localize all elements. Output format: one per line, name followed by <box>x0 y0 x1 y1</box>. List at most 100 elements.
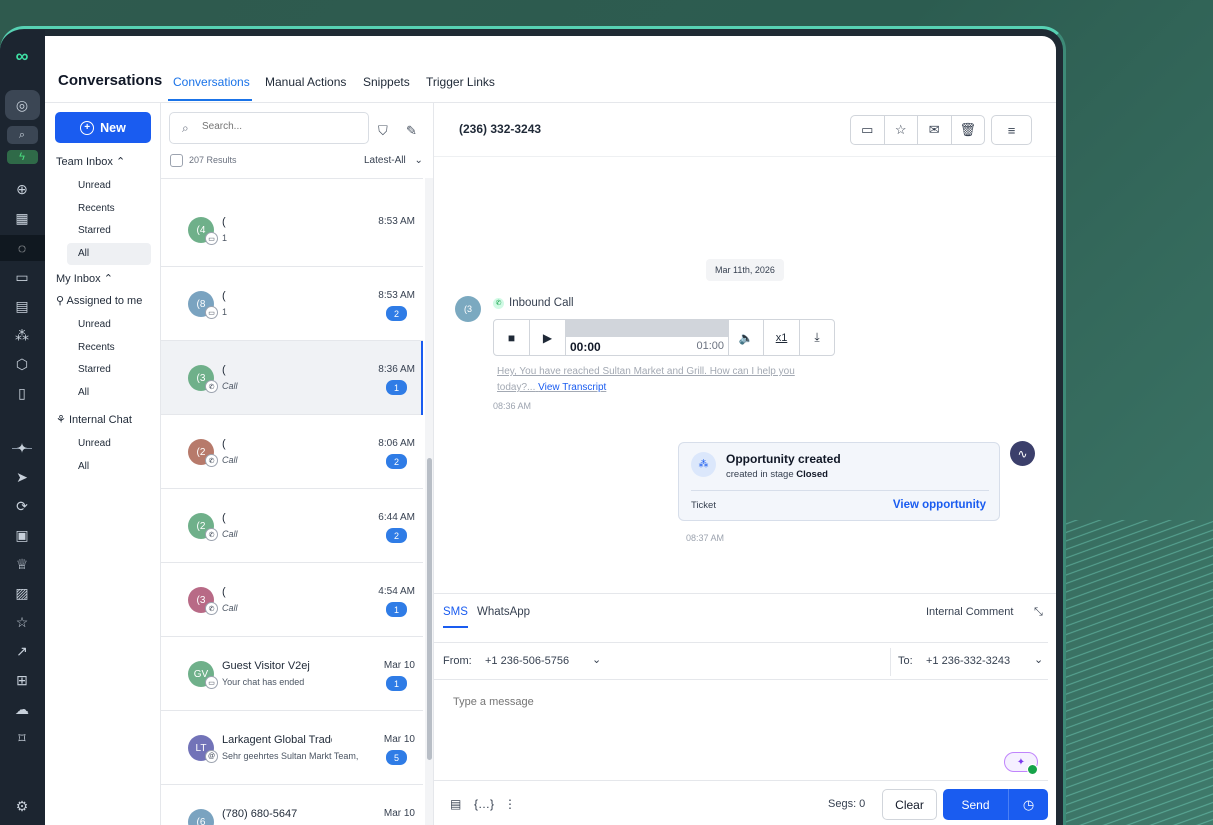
opportunity-type: Ticket <box>691 500 716 511</box>
payments-icon[interactable]: ⬡ <box>12 354 32 374</box>
tab-snippets[interactable]: Snippets <box>363 75 410 89</box>
chevron-down-icon[interactable]: ⌄ <box>592 653 601 666</box>
call-label: Inbound Call <box>509 297 574 309</box>
view-transcript-link[interactable]: View Transcript <box>538 382 606 393</box>
audio-track[interactable]: 00:00 01:00 <box>566 320 728 355</box>
schedule-icon[interactable]: ◷ <box>1009 789 1048 820</box>
assigned-to-me[interactable]: ⚲ Assigned to me <box>56 294 142 307</box>
volume-icon[interactable]: 🔈 <box>728 320 764 355</box>
compose-icon[interactable]: ✎ <box>406 123 417 139</box>
my-recents[interactable]: Recents <box>67 337 151 359</box>
tab-manual-actions[interactable]: Manual Actions <box>265 75 346 89</box>
chat-filter-icon[interactable]: ≡ <box>991 115 1032 145</box>
custom-values-icon[interactable]: {…} <box>474 797 494 811</box>
conversation-row[interactable]: (4 ▭(1 8:53 AM <box>161 193 423 267</box>
conversations-icon[interactable]: ◌ <box>12 238 32 258</box>
conversation-row[interactable]: LT @ Larkagent Global Trade Sehr geehrtes S… <box>161 711 423 785</box>
unread-count-badge: 2 <box>386 306 407 321</box>
scrollbar-thumb[interactable] <box>427 458 432 760</box>
stop-icon[interactable]: ■ <box>494 320 530 355</box>
play-icon[interactable]: ▶ <box>530 320 566 355</box>
team-inbox-header[interactable]: Team Inbox ⌃ <box>56 155 125 168</box>
memberships-icon[interactable]: ♕ <box>12 554 32 574</box>
contacts-icon[interactable]: ▤ <box>12 296 32 316</box>
automation-icon[interactable]: ⟳ <box>12 496 32 516</box>
conversation-row[interactable]: (3 ✆(Call 4:54 AM 1 <box>161 563 423 637</box>
to-number[interactable]: +1 236-332-3243 <box>926 655 1010 667</box>
template-icon[interactable]: ▤ <box>450 797 461 811</box>
dashboard-icon[interactable]: ▦ <box>12 208 32 228</box>
marketing-icon[interactable]: ➤ <box>12 467 32 487</box>
search-field[interactable]: ⌕ <box>169 112 369 144</box>
playback-speed[interactable]: x1 <box>764 320 800 355</box>
internal-chat-header[interactable]: ⚘ Internal Chat <box>56 413 132 426</box>
tab-whatsapp[interactable]: WhatsApp <box>477 606 530 618</box>
team-all[interactable]: All <box>67 243 151 265</box>
star-icon[interactable]: ☆ <box>885 116 918 144</box>
settings-icon[interactable]: ⚙ <box>12 796 32 816</box>
chat-header: (236) 332-3243 ▭ ☆ ✉ 🗑 ≡ <box>434 103 1056 157</box>
conversation-row[interactable]: (2 ✆(Call 6:44 AM 2 <box>161 489 423 563</box>
select-all-checkbox[interactable] <box>170 154 183 167</box>
send-button[interactable]: Send <box>943 789 1009 820</box>
download-icon[interactable]: ⤓ <box>799 320 835 355</box>
chat-widget-icon[interactable]: ☁ <box>12 699 32 719</box>
message-input[interactable] <box>453 696 1013 708</box>
filter-icon[interactable]: ⛉ <box>378 123 388 139</box>
from-number[interactable]: +1 236-506-5756 <box>485 655 569 667</box>
from-to-row: From: +1 236-506-5756 ⌄ To: +1 236-332-3… <box>434 642 1048 680</box>
timestamp: Mar 10 <box>383 734 415 745</box>
team-starred[interactable]: Starred <box>67 220 151 242</box>
chat-all[interactable]: All <box>67 456 151 478</box>
conversation-row[interactable]: (2 ✆(Call 8:06 AM 2 <box>161 415 423 489</box>
my-all[interactable]: All <box>67 382 151 404</box>
view-opportunity-link[interactable]: View opportunity <box>893 499 986 511</box>
my-inbox-header[interactable]: My Inbox ⌃ <box>56 272 113 285</box>
conversation-row[interactable]: GV ▭ Guest Visitor V2ej Your chat has ended… <box>161 637 423 711</box>
mail-open-icon[interactable]: ✉ <box>918 116 952 144</box>
logo-icon[interactable]: ∞ <box>12 46 32 66</box>
internal-comment-tab[interactable]: Internal Comment <box>926 606 1013 618</box>
pin-icon[interactable]: ⌑ <box>12 728 32 748</box>
sites-icon[interactable]: ▣ <box>12 525 32 545</box>
folder-icon[interactable]: ▭ <box>851 116 885 144</box>
new-conversation-button[interactable]: + New <box>55 112 151 143</box>
my-starred[interactable]: Starred <box>67 359 151 381</box>
billing-icon[interactable]: ▯ <box>12 383 32 403</box>
calendar-icon[interactable]: ▭ <box>12 267 32 287</box>
reputation-icon[interactable]: ☆ <box>12 612 32 632</box>
stage-name: Closed <box>796 469 828 480</box>
launchpad-icon[interactable]: ⊕ <box>12 179 32 199</box>
list-scrollbar[interactable] <box>425 178 433 825</box>
active-tab-indicator <box>168 99 252 101</box>
conversation-row[interactable]: (3 ✆(Call 8:36 AM 1 <box>161 341 423 415</box>
message-preview: Call <box>222 455 238 465</box>
contact-phone[interactable]: (236) 332-3243 <box>459 122 541 136</box>
opportunities-icon[interactable]: ⁂ <box>12 325 32 345</box>
media-icon[interactable]: ▨ <box>12 583 32 603</box>
call-channel-icon: ✆ <box>205 528 218 541</box>
reporting-icon[interactable]: ↗ <box>12 641 32 661</box>
user-icon: ◎ <box>15 96 29 113</box>
conversation-list: ⌕ ⛉ ✎ 207 Results Latest-All ⌄ (4▭(18:53… <box>161 103 434 825</box>
team-unread[interactable]: Unread <box>67 175 151 197</box>
team-recents[interactable]: Recents <box>67 198 151 220</box>
trash-icon[interactable]: 🗑 <box>952 116 985 144</box>
tab-trigger-links[interactable]: Trigger Links <box>426 75 495 89</box>
chevron-down-icon[interactable]: ⌄ <box>1034 653 1043 666</box>
collapse-icon[interactable]: ⤡ <box>1034 606 1043 619</box>
my-unread[interactable]: Unread <box>67 314 151 336</box>
conversation-row[interactable]: (8 ▭(1 8:53 AM 2 <box>161 267 423 341</box>
tab-conversations[interactable]: Conversations <box>173 75 250 89</box>
sort-dropdown[interactable]: Latest-All ⌄ <box>364 155 423 166</box>
conversation-row[interactable]: (6 (780) 680-5647 Mar 10 <box>161 785 423 825</box>
tab-sms[interactable]: SMS <box>443 606 468 618</box>
clear-button[interactable]: Clear <box>882 789 937 820</box>
chat-unread[interactable]: Unread <box>67 433 151 455</box>
ai-agents-icon[interactable]: ✦ <box>12 438 32 458</box>
progress-bar[interactable] <box>566 320 728 337</box>
app-marketplace-icon[interactable]: ⊞ <box>12 670 32 690</box>
search-input[interactable] <box>202 121 352 132</box>
my-inbox-label: My Inbox <box>56 273 101 285</box>
more-icon[interactable]: ⋮ <box>504 797 516 811</box>
